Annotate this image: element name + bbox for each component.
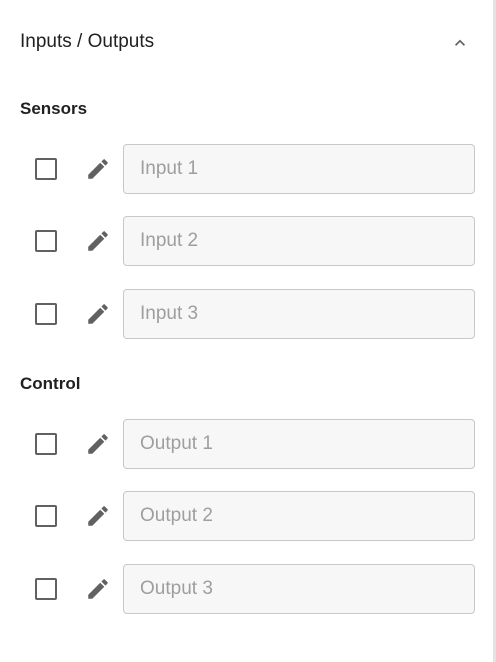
pencil-icon [85,156,111,182]
control-row-3 [0,564,493,614]
output-1-checkbox[interactable] [35,433,57,455]
inputs-outputs-panel: Inputs / Outputs Sensors Input 1 Input 2… [0,0,496,662]
output-2-edit-button[interactable] [84,502,112,530]
panel-title: Inputs / Outputs [20,31,155,52]
section-title-sensors: Sensors [20,99,88,118]
output-3-name-input[interactable] [123,564,475,614]
sensor-2-name-input[interactable] [123,216,475,266]
output-1-edit-button[interactable] [84,430,112,458]
sensor-2-edit-button[interactable] [84,227,112,255]
sensor-1-name-input[interactable] [123,144,475,194]
pencil-icon [85,576,111,602]
panel-header[interactable]: Inputs / Outputs [0,0,493,86]
output-3-edit-button[interactable] [84,575,112,603]
sensor-3-checkbox[interactable] [35,303,57,325]
sensor-2-checkbox[interactable] [35,230,57,252]
output-2-checkbox[interactable] [35,505,57,527]
sensor-row-3 [0,289,493,339]
sensor-row-1 [0,144,493,194]
chevron-up-icon [450,33,470,53]
pencil-icon [85,503,111,529]
pencil-icon [85,228,111,254]
control-row-2 [0,491,493,541]
sensor-3-name-input[interactable] [123,289,475,339]
section-title-control: Control [20,374,81,393]
output-3-checkbox[interactable] [35,578,57,600]
sensor-row-2 [0,216,493,266]
output-1-name-input[interactable] [123,419,475,469]
output-2-name-input[interactable] [123,491,475,541]
sensor-1-checkbox[interactable] [35,158,57,180]
pencil-icon [85,431,111,457]
control-row-1 [0,419,493,469]
pencil-icon [85,301,111,327]
sensor-1-edit-button[interactable] [84,155,112,183]
sensor-3-edit-button[interactable] [84,300,112,328]
collapse-button[interactable] [446,29,474,57]
